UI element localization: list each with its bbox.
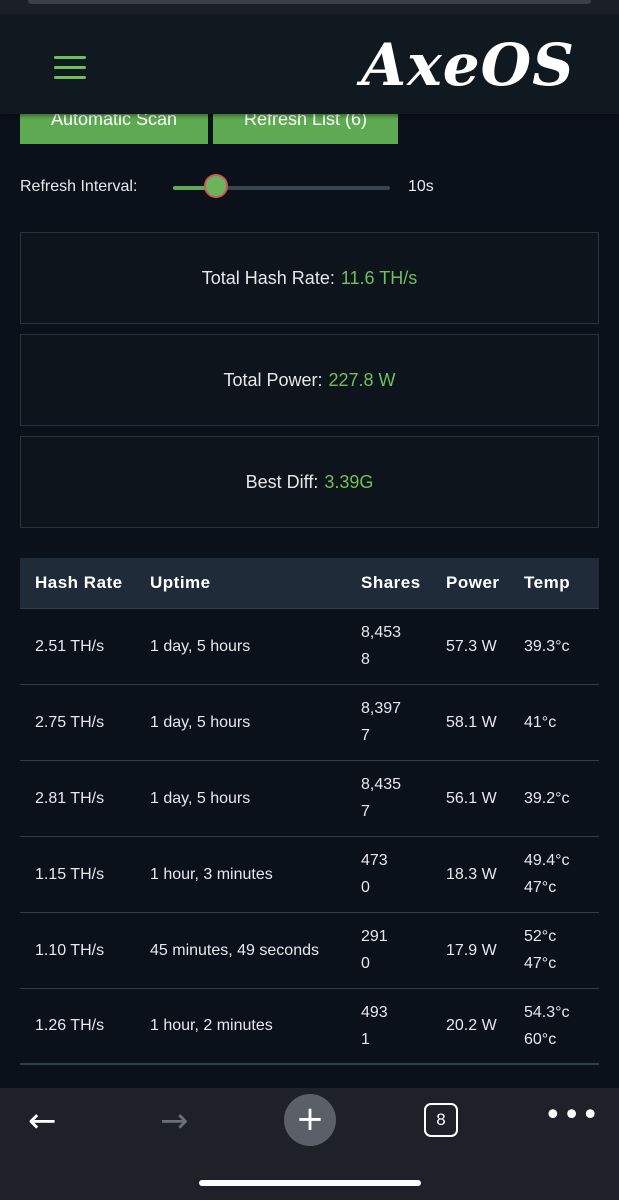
cell-hash-rate: 2.81 TH/s <box>35 789 105 807</box>
cell-power: 20.2 W <box>446 1017 497 1035</box>
shares-rejected: 0 <box>361 955 370 972</box>
cell-temp: 52°c 47°c <box>509 912 599 988</box>
total-power-card: Total Power: 227.8 W <box>20 334 599 426</box>
cell-temp: 49.4°c 47°c <box>509 836 599 912</box>
total-hash-rate-card: Total Hash Rate: 11.6 TH/s <box>20 232 599 324</box>
shares-rejected: 7 <box>361 803 370 820</box>
cell-shares: 493 1 <box>346 988 431 1064</box>
refresh-interval-label: Refresh Interval: <box>20 178 138 195</box>
app-header: AxeOS <box>0 14 619 114</box>
cell-uptime: 1 day, 5 hours <box>150 789 251 807</box>
address-bar-edge <box>28 0 591 4</box>
shares-accepted: 8,435 <box>361 776 402 793</box>
temp-asic: 39.3°c <box>524 637 570 655</box>
temp-asic: 49.4°c <box>524 852 570 869</box>
cell-uptime: 45 minutes, 49 seconds <box>150 941 319 959</box>
shares-accepted: 493 <box>361 1003 388 1021</box>
cell-uptime: 1 day, 5 hours <box>150 637 251 655</box>
temp-asic: 39.2°c <box>524 789 570 807</box>
col-shares[interactable]: Shares <box>346 558 431 608</box>
cell-power: 57.3 W <box>446 637 497 655</box>
shares-rejected: 8 <box>361 651 370 668</box>
cell-power: 18.3 W <box>446 865 497 883</box>
cell-shares: 473 0 <box>346 836 431 912</box>
total-power-value: 227.8 W <box>328 369 396 390</box>
hamburger-menu-icon[interactable] <box>54 56 86 80</box>
cell-hash-rate: 2.51 TH/s <box>35 637 105 655</box>
table-row[interactable]: 1.10 TH/s 45 minutes, 49 seconds 291 0 17… <box>20 912 599 988</box>
temp-vreg: 60°c <box>524 1030 557 1048</box>
col-uptime[interactable]: Uptime <box>135 558 346 608</box>
cell-hash-rate: 2.75 TH/s <box>35 713 105 731</box>
tab-count-button[interactable]: 8 <box>424 1103 458 1137</box>
col-power[interactable]: Power <box>431 558 509 608</box>
swarm-table: Hash Rate Uptime Shares Power Temp 2.51 … <box>20 558 599 1065</box>
cell-shares: 8,453 8 <box>346 608 431 684</box>
best-diff-label: Best Diff: <box>245 471 319 492</box>
table-row[interactable]: 1.26 TH/s 1 hour, 2 minutes 493 1 20.2 W … <box>20 988 599 1064</box>
more-dots-icon[interactable]: ••• <box>544 1098 600 1133</box>
cell-shares: 8,397 7 <box>346 684 431 760</box>
shares-accepted: 473 <box>361 852 388 869</box>
temp-vreg: 47°c <box>524 955 557 972</box>
axeos-logo: AxeOS <box>361 31 575 99</box>
cell-temp: 54.3°c 60°c <box>509 988 599 1064</box>
cell-shares: 8,435 7 <box>346 760 431 836</box>
shares-accepted: 8,397 <box>361 700 402 717</box>
temp-vreg: 47°c <box>524 879 557 896</box>
arrow-left-icon[interactable]: ← <box>28 1101 57 1141</box>
total-hash-rate-value: 11.6 TH/s <box>340 267 418 288</box>
table-row[interactable]: 2.75 TH/s 1 day, 5 hours 8,397 7 58.1 W 4… <box>20 684 599 760</box>
browser-top-strip <box>0 0 619 14</box>
table-row[interactable]: 1.15 TH/s 1 hour, 3 minutes 473 0 18.3 W … <box>20 836 599 912</box>
shares-rejected: 1 <box>361 1030 370 1048</box>
cell-uptime: 1 hour, 3 minutes <box>150 865 273 883</box>
cell-hash-rate: 1.10 TH/s <box>35 941 105 959</box>
cell-temp: 39.2°c <box>509 760 599 836</box>
cell-shares: 291 0 <box>346 912 431 988</box>
best-diff-card: Best Diff: 3.39G <box>20 436 599 528</box>
cell-power: 17.9 W <box>446 941 497 959</box>
table-row[interactable]: 2.81 TH/s 1 day, 5 hours 8,435 7 56.1 W 3… <box>20 760 599 836</box>
home-indicator[interactable] <box>199 1180 421 1186</box>
table-row[interactable]: 2.51 TH/s 1 day, 5 hours 8,453 8 57.3 W 3… <box>20 608 599 684</box>
temp-asic: 41°c <box>524 713 557 731</box>
shares-accepted: 291 <box>361 928 388 945</box>
cell-hash-rate: 1.26 TH/s <box>35 1017 105 1035</box>
cell-temp: 41°c <box>509 684 599 760</box>
cell-hash-rate: 1.15 TH/s <box>35 865 105 883</box>
cell-uptime: 1 hour, 2 minutes <box>150 1017 273 1035</box>
cell-uptime: 1 day, 5 hours <box>150 713 251 731</box>
cell-temp: 39.3°c <box>509 608 599 684</box>
refresh-interval-value: 10s <box>408 178 434 195</box>
total-hash-rate-label: Total Hash Rate: <box>201 267 335 288</box>
cell-power: 56.1 W <box>446 789 497 807</box>
plus-icon[interactable]: + <box>284 1094 336 1146</box>
col-hash-rate[interactable]: Hash Rate <box>20 558 135 608</box>
refresh-interval-slider-thumb[interactable] <box>204 174 229 198</box>
best-diff-value: 3.39G <box>324 471 374 492</box>
cell-power: 58.1 W <box>446 713 497 731</box>
shares-rejected: 0 <box>361 879 370 896</box>
arrow-right-icon[interactable]: → <box>160 1101 189 1141</box>
shares-accepted: 8,453 <box>361 624 402 641</box>
shares-rejected: 7 <box>361 727 370 744</box>
temp-asic: 52°c <box>524 928 557 945</box>
table-header-row: Hash Rate Uptime Shares Power Temp <box>20 558 599 608</box>
temp-asic: 54.3°c <box>524 1003 570 1021</box>
col-temp[interactable]: Temp <box>509 558 599 608</box>
total-power-label: Total Power: <box>223 369 323 390</box>
